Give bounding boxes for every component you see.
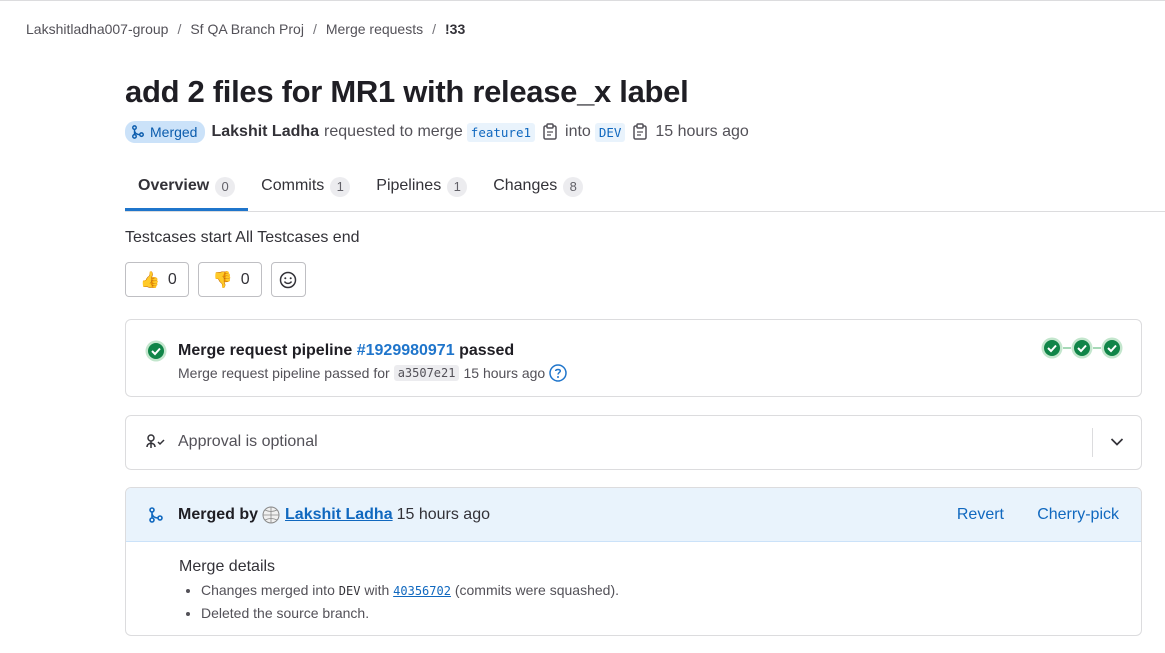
pipeline-title-prefix: Merge request pipeline [178,342,353,359]
tabs-divider [125,211,1165,212]
list-item: Changes merged into DEV with 40356702 (c… [201,583,619,599]
detail-suffix: (commits were squashed). [454,582,619,598]
divider [1092,428,1093,457]
thumbs-down-button[interactable]: 👎 0 [197,262,262,297]
merge-commit-link[interactable]: 40356702 [393,584,451,598]
tab-count: 0 [215,177,236,197]
thumbs-down-count: 0 [240,270,250,288]
pipeline-time-ago: 15 hours ago [463,365,546,381]
breadcrumb-separator: / [432,21,437,37]
breadcrumb-group[interactable]: Lakshitladha007-group [26,21,168,37]
merge-icon [131,125,145,139]
merged-widget: Merged by Lakshit Ladha 15 hours ago Rev… [125,487,1142,636]
commit-sha[interactable]: a3507e21 [393,365,460,381]
copy-icon[interactable] [633,123,649,141]
stage-success-icon[interactable] [1101,337,1123,359]
thumbs-up-button[interactable]: 👍 0 [125,262,189,297]
approval-widget: Approval is optional [125,415,1142,470]
pipeline-title: Merge request pipeline #1929980971 passe… [178,342,514,360]
merged-by-user-link[interactable]: Lakshit Ladha [285,506,393,524]
pipeline-widget: Merge request pipeline #1929980971 passe… [125,319,1142,397]
thumbs-up-count: 0 [167,270,177,288]
stage-connector [1063,347,1071,349]
tab-count: 8 [563,177,584,197]
tab-count: 1 [330,177,351,197]
tab-label: Changes [493,177,558,194]
list-item: Deleted the source branch. [201,606,619,621]
tab-label: Overview [138,177,210,194]
status-badge-label: Merged [150,124,198,140]
merged-time-ago: 15 hours ago [396,506,490,523]
chevron-down-icon[interactable] [1109,434,1125,455]
thumbs-up-icon: 👍 [140,271,160,289]
breadcrumb-project[interactable]: Sf QA Branch Proj [190,21,304,37]
breadcrumb: Lakshitladha007-group / Sf QA Branch Pro… [26,21,465,37]
merge-details-list: Changes merged into DEV with 40356702 (c… [201,583,619,628]
mr-time-ago: 15 hours ago [655,123,749,140]
detail-with: with [364,582,390,598]
add-reaction-button[interactable] [270,262,306,297]
pipeline-sub-prefix: Merge request pipeline passed for [178,365,390,381]
stage-connector [1093,347,1101,349]
tab-pipelines[interactable]: Pipelines 1 [363,168,480,211]
breadcrumb-separator: / [177,21,182,37]
tab-label: Commits [261,177,325,194]
mr-description: Testcases start All Testcases end [125,229,360,246]
source-branch[interactable]: feature1 [466,122,536,142]
revert-button[interactable]: Revert [957,506,1004,524]
detail-prefix: Changes merged into [201,582,335,598]
status-success-icon[interactable] [145,340,167,367]
breadcrumb-separator: / [312,21,317,37]
breadcrumb-merge-requests[interactable]: Merge requests [326,21,423,37]
pipeline-subtitle: Merge request pipeline passed for a3507e… [178,364,567,382]
target-branch[interactable]: DEV [594,122,626,142]
cherry-pick-button[interactable]: Cherry-pick [1037,506,1119,524]
author-name[interactable]: Lakshit Ladha [211,123,319,141]
avatar[interactable] [262,506,280,524]
top-border [0,0,1165,3]
page-title: add 2 files for MR1 with release_x label [125,74,689,109]
mr-meta: Merged Lakshit Ladha requested to merge … [125,121,749,143]
copy-icon[interactable] [543,123,559,141]
smiley-icon [279,271,297,289]
pipeline-status-text: passed [459,342,515,359]
merged-by-text: Merged by Lakshit Ladha 15 hours ago [178,506,490,524]
stage-success-icon[interactable] [1071,337,1093,359]
requested-text: requested to merge [324,123,463,140]
into-text: into [565,123,591,140]
mr-tabs: Overview 0 Commits 1 Pipelines 1 Changes… [125,168,596,211]
target-branch-code: DEV [338,584,361,598]
merged-header: Merged by Lakshit Ladha 15 hours ago Rev… [126,488,1141,542]
thumbs-down-icon: 👎 [212,271,233,289]
merge-details-title: Merge details [179,558,276,575]
merged-by-label: Merged by [178,506,259,523]
tab-label: Pipelines [376,177,442,194]
tab-overview[interactable]: Overview 0 [125,168,249,211]
pipeline-id-link[interactable]: #1929980971 [357,342,455,359]
pipeline-mini-graph [1041,337,1123,359]
merge-icon [148,507,164,528]
approval-text: Approval is optional [178,433,318,450]
tab-count: 1 [447,177,468,197]
tab-commits[interactable]: Commits 1 [248,168,363,211]
tab-changes[interactable]: Changes 8 [480,168,596,211]
award-emoji-bar: 👍 0 👎 0 [125,262,306,297]
status-badge: Merged [125,121,206,143]
breadcrumb-current[interactable]: !33 [445,21,465,37]
approval-icon [146,433,166,456]
stage-success-icon[interactable] [1041,337,1063,359]
question-icon[interactable] [549,364,567,382]
